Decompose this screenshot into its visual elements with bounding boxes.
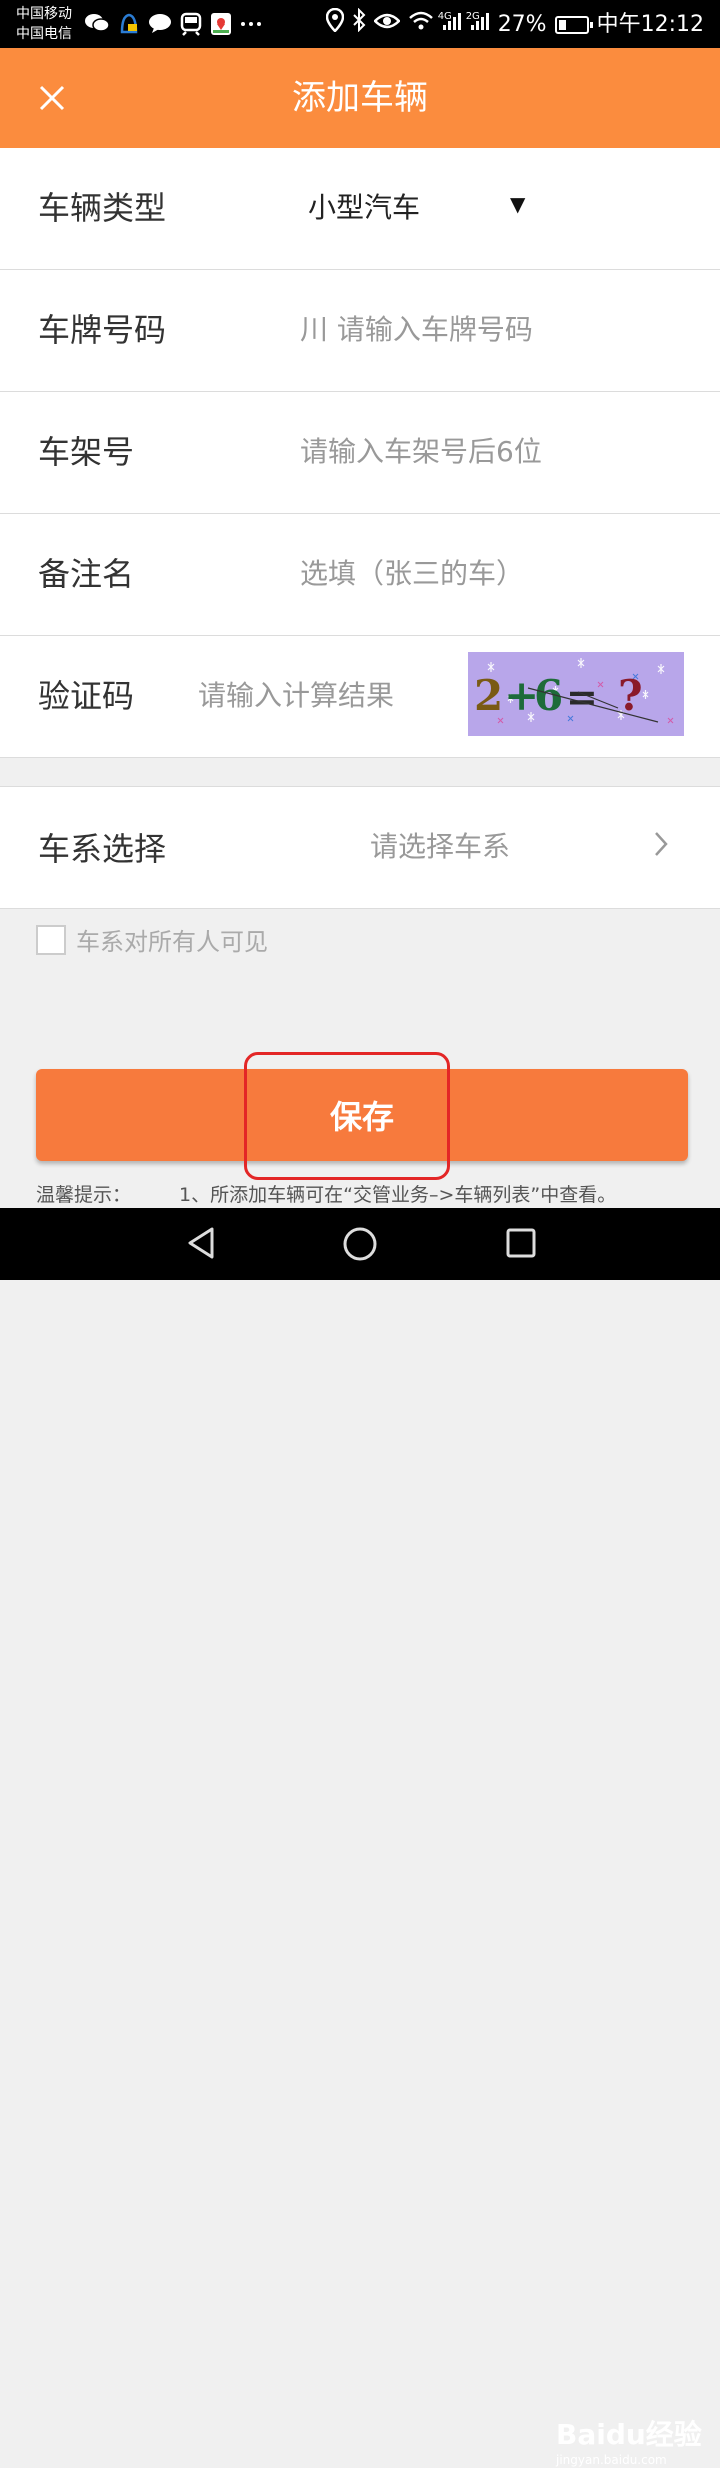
battery-percent: 27%: [497, 12, 547, 37]
frame-number-row: 车架号 请输入车架号后6位: [0, 392, 720, 514]
clock: 中午12:12: [596, 12, 704, 37]
baidu-watermark: Baidu经验 jingyan.baidu.com: [556, 2418, 702, 2468]
signal-2g-icon: 2G: [466, 9, 490, 41]
visibility-checkbox[interactable]: [36, 924, 66, 955]
visibility-option[interactable]: 车系对所有人可见: [36, 922, 268, 957]
watermark-logo: Baidu经验: [556, 2418, 702, 2451]
home-icon[interactable]: [342, 1226, 378, 1266]
section-divider: [0, 758, 720, 787]
wechat-icon: [84, 12, 110, 41]
save-button-label: 保存: [329, 1098, 394, 1136]
app-bar: 添加车辆: [0, 48, 720, 148]
battery-fill: [558, 20, 566, 30]
vehicle-type-label: 车辆类型: [38, 189, 167, 227]
note-name-label: 备注名: [38, 555, 135, 593]
svg-text:2: 2: [474, 671, 503, 720]
captcha-input[interactable]: 请输入计算结果: [198, 676, 394, 716]
navigation-bar: Baidu经验 jingyan.baidu.com: [0, 1208, 720, 2467]
location-icon: [325, 7, 344, 42]
vehicle-form: 车辆类型 小型汽车 ▼ 车牌号码 川 请输入车牌号码 车架号 请输入车架号后6位…: [0, 148, 720, 758]
plate-number-input[interactable]: 川 请输入车牌号码: [300, 310, 533, 350]
back-icon[interactable]: [186, 1226, 216, 1264]
system-status: 4G 2G 27% 中午12:12: [325, 7, 704, 42]
svg-text:=: =: [566, 674, 598, 719]
vehicle-series-value[interactable]: 请选择车系: [370, 827, 510, 867]
chevron-right-icon[interactable]: [652, 827, 672, 870]
tip-content: 1、所添加车辆可在“交管业务–>车辆列表”中查看。: [179, 1184, 617, 1206]
captcha-image[interactable]: 2 + 6 = ?: [468, 652, 684, 736]
plate-number-row: 车牌号码 川 请输入车牌号码: [0, 270, 720, 392]
carrier-info: 中国移动 中国电信: [16, 4, 72, 44]
tip-label: 温馨提示：: [36, 1184, 132, 1206]
qq-icon: [118, 12, 140, 41]
eye-icon: [372, 9, 401, 41]
visibility-label: 车系对所有人可见: [76, 928, 268, 956]
notification-icons: [84, 12, 262, 41]
more-icon: [240, 12, 262, 41]
wifi-icon: [408, 9, 434, 41]
captcha-label: 验证码: [38, 677, 135, 715]
vehicle-type-row[interactable]: 车辆类型 小型汽车 ▼: [0, 148, 720, 270]
train-icon: [180, 12, 202, 41]
vehicle-type-select[interactable]: 小型汽车: [308, 188, 420, 228]
status-bar: 中国移动 中国电信 4G 2G 27% 中午12:12: [0, 0, 720, 48]
tip-text: 温馨提示： 1、所添加车辆可在“交管业务–>车辆列表”中查看。: [36, 1180, 616, 1207]
plate-number-label: 车牌号码: [38, 311, 167, 349]
note-name-input[interactable]: 选填（张三的车）: [300, 554, 524, 594]
vehicle-series-row[interactable]: 车系选择 请选择车系: [0, 787, 720, 909]
carrier-2: 中国电信: [16, 26, 72, 42]
message-icon: [148, 12, 172, 41]
frame-number-label: 车架号: [38, 433, 135, 471]
battery-icon: [554, 16, 593, 34]
page-title: 添加车辆: [292, 78, 428, 118]
carrier-1: 中国移动: [16, 6, 72, 22]
recent-apps-icon[interactable]: [506, 1228, 536, 1262]
signal-4g-icon: 4G: [438, 9, 462, 41]
save-button[interactable]: 保存: [36, 1069, 688, 1161]
note-name-row: 备注名 选填（张三的车）: [0, 514, 720, 636]
bluetooth-icon: [352, 7, 366, 42]
vehicle-series-label: 车系选择: [38, 830, 167, 868]
captcha-row: 验证码 请输入计算结果 2 + 6 = ?: [0, 636, 720, 758]
frame-number-input[interactable]: 请输入车架号后6位: [300, 432, 542, 472]
watermark-url: jingyan.baidu.com: [556, 2453, 667, 2467]
dropdown-arrow-icon[interactable]: ▼: [510, 192, 525, 216]
map-icon: [210, 12, 232, 41]
